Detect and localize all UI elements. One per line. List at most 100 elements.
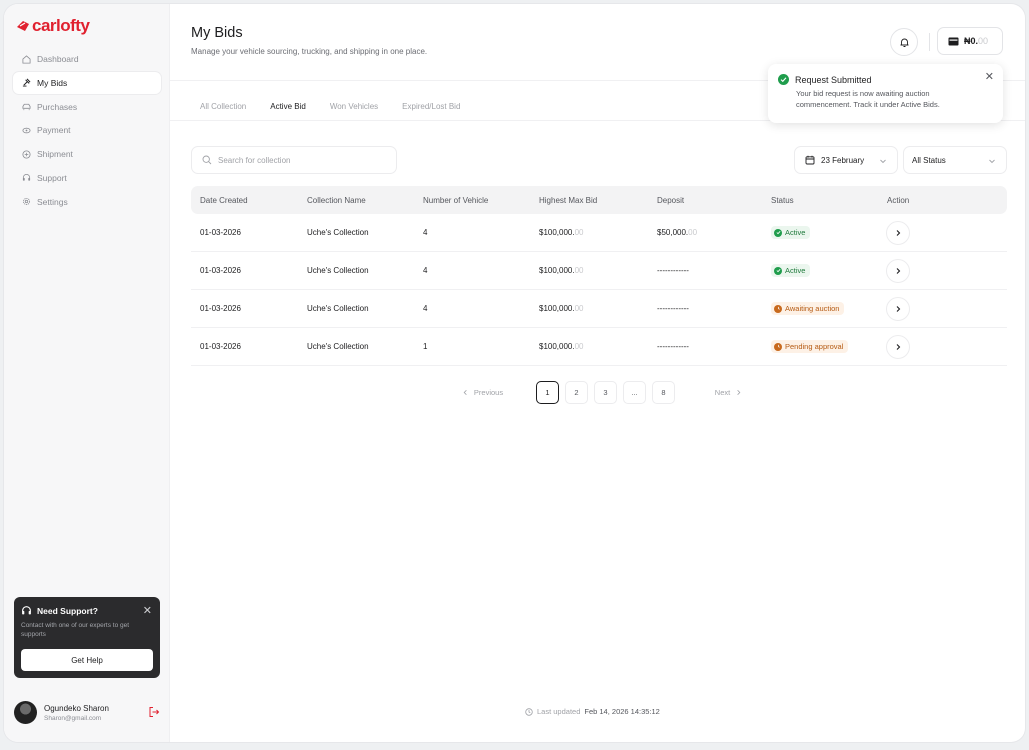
bid-decimals: 00: [574, 266, 584, 275]
status-label: Awaiting auction: [785, 304, 840, 313]
sidebar-item-dashboard[interactable]: Dashboard: [13, 48, 161, 70]
bid-decimals: 00: [574, 342, 584, 351]
bid-amount: $100,000.: [539, 228, 575, 237]
column-header: Highest Max Bid: [539, 195, 598, 205]
deposit-amount: ------------: [657, 342, 689, 351]
column-header: Collection Name: [307, 195, 366, 205]
date-filter-value: 23 February: [821, 155, 865, 165]
tab-active-bid[interactable]: Active Bid: [264, 96, 312, 121]
table-row[interactable]: 01-03-2026 Uche's Collection 4 $100,000.…: [191, 214, 1007, 252]
page-subtitle: Manage your vehicle sourcing, trucking, …: [191, 47, 428, 56]
wallet-amount-decimals: 00: [978, 36, 989, 46]
cell-action: [886, 258, 987, 283]
cell-deposit: $50,000.00: [657, 228, 771, 237]
sidebar-item-purchases[interactable]: Purchases: [13, 96, 161, 118]
cell-vehicles: 1: [423, 342, 428, 351]
profile-email: Sharon@gmail.com: [44, 714, 102, 722]
page-button[interactable]: 1: [536, 381, 559, 404]
sidebar-item-label: My Bids: [37, 77, 68, 88]
page-button[interactable]: 8: [652, 381, 675, 404]
table-row[interactable]: 01-03-2026 Uche's Collection 1 $100,000.…: [191, 328, 1007, 366]
deposit-decimals: 00: [688, 228, 698, 237]
table-row[interactable]: 01-03-2026 Uche's Collection 4 $100,000.…: [191, 290, 1007, 328]
previous-page-button[interactable]: Previous: [451, 382, 514, 404]
logo-icon: [17, 21, 29, 31]
check-circle-icon: [774, 266, 782, 275]
sidebar-item-settings[interactable]: Settings: [13, 191, 161, 213]
status-label: Pending approval: [785, 342, 844, 351]
page-button[interactable]: 3: [594, 381, 617, 404]
toast-message: Your bid request is now awaiting auction…: [796, 89, 940, 109]
cell-highest-bid: $100,000.00: [539, 342, 657, 351]
next-page-button[interactable]: Next: [697, 382, 760, 404]
row-details-button[interactable]: [886, 296, 910, 321]
wallet-amount: ₦0.: [964, 36, 979, 46]
page-button[interactable]: 2: [565, 381, 588, 404]
sidebar-item-label: Shipment: [37, 149, 73, 160]
calendar-icon: [805, 155, 815, 165]
tab-expired-lost-bid[interactable]: Expired/Lost Bid: [396, 96, 466, 121]
last-updated-label: Last updated: [537, 707, 581, 716]
column-header: Action: [887, 195, 910, 205]
table-header: Date Created Collection Name Number of V…: [191, 186, 1007, 214]
chevron-right-icon: [896, 305, 901, 312]
header-divider: [929, 33, 930, 51]
sidebar-item-label: Dashboard: [37, 54, 79, 64]
tab-won-vehicles[interactable]: Won Vehicles: [324, 96, 384, 121]
table-row[interactable]: 01-03-2026 Uche's Collection 4 $100,000.…: [191, 252, 1007, 290]
sidebar-item-my-bids[interactable]: My Bids: [13, 71, 161, 94]
wallet-balance[interactable]: ₦0.00: [937, 27, 1003, 55]
headset-icon: [22, 174, 31, 182]
bid-tabs: All Collection Active Bid Won Vehicles E…: [194, 96, 478, 121]
tab-all-collection[interactable]: All Collection: [194, 96, 252, 121]
row-details-button[interactable]: [886, 220, 910, 245]
chevron-left-icon: [463, 390, 467, 395]
brand-logo[interactable]: carlofty: [16, 16, 90, 36]
close-icon[interactable]: ✕: [985, 70, 994, 83]
support-card-title: Need Support?: [37, 605, 98, 616]
cell-highest-bid: $100,000.00: [539, 266, 657, 275]
headset-icon: [22, 606, 31, 615]
status-label: Active: [785, 228, 806, 237]
cell-vehicles: 4: [423, 228, 428, 237]
bid-amount: $100,000.: [539, 342, 575, 351]
status-filter-value: All Status: [912, 155, 946, 165]
sidebar-item-payment[interactable]: Payment: [13, 119, 161, 141]
row-details-button[interactable]: [886, 334, 910, 359]
close-icon[interactable]: ✕: [143, 604, 152, 617]
bid-amount: $100,000.: [539, 266, 575, 275]
column-header: Status: [771, 195, 794, 205]
sidebar-item-label: Purchases: [37, 101, 78, 112]
sidebar-item-shipment[interactable]: Shipment: [13, 143, 161, 165]
cell-collection-name: Uche's Collection: [307, 228, 369, 237]
notifications-button[interactable]: [890, 28, 918, 56]
date-filter-dropdown[interactable]: 23 February: [794, 146, 898, 174]
deposit-amount: $50,000.: [657, 228, 689, 237]
status-filter-dropdown[interactable]: All Status: [903, 146, 1007, 174]
chevron-down-icon: [989, 159, 995, 164]
bids-table: Date Created Collection Name Number of V…: [191, 186, 1007, 366]
page-ellipsis: ...: [623, 381, 646, 404]
search-input[interactable]: [218, 155, 388, 165]
gavel-icon: [22, 78, 31, 87]
cell-deposit: ------------: [657, 266, 771, 275]
user-profile: Ogundeko Sharon Sharon@gmail.com: [14, 701, 160, 724]
gear-icon: [23, 198, 30, 206]
cell-deposit: ------------: [657, 342, 771, 351]
get-help-button[interactable]: Get Help: [21, 649, 153, 671]
support-card-text: Contact with one of our experts to get s…: [21, 622, 130, 638]
last-updated: Last updated Feb 14, 2026 14:35:12: [525, 707, 660, 716]
status-badge: Pending approval: [771, 340, 849, 353]
sidebar-item-label: Payment: [37, 125, 71, 136]
search-field[interactable]: [191, 146, 397, 174]
cell-action: [886, 220, 987, 245]
row-details-button[interactable]: [886, 258, 910, 283]
deposit-amount: ------------: [657, 304, 689, 313]
support-card: Need Support? ✕ Contact with one of our …: [14, 597, 160, 678]
sidebar-item-label: Support: [37, 172, 67, 183]
sidebar-item-support[interactable]: Support: [13, 167, 161, 189]
avatar[interactable]: [14, 701, 37, 724]
logout-icon[interactable]: [148, 706, 160, 718]
wallet-icon: [948, 37, 959, 45]
cell-status: Awaiting auction: [771, 302, 887, 315]
